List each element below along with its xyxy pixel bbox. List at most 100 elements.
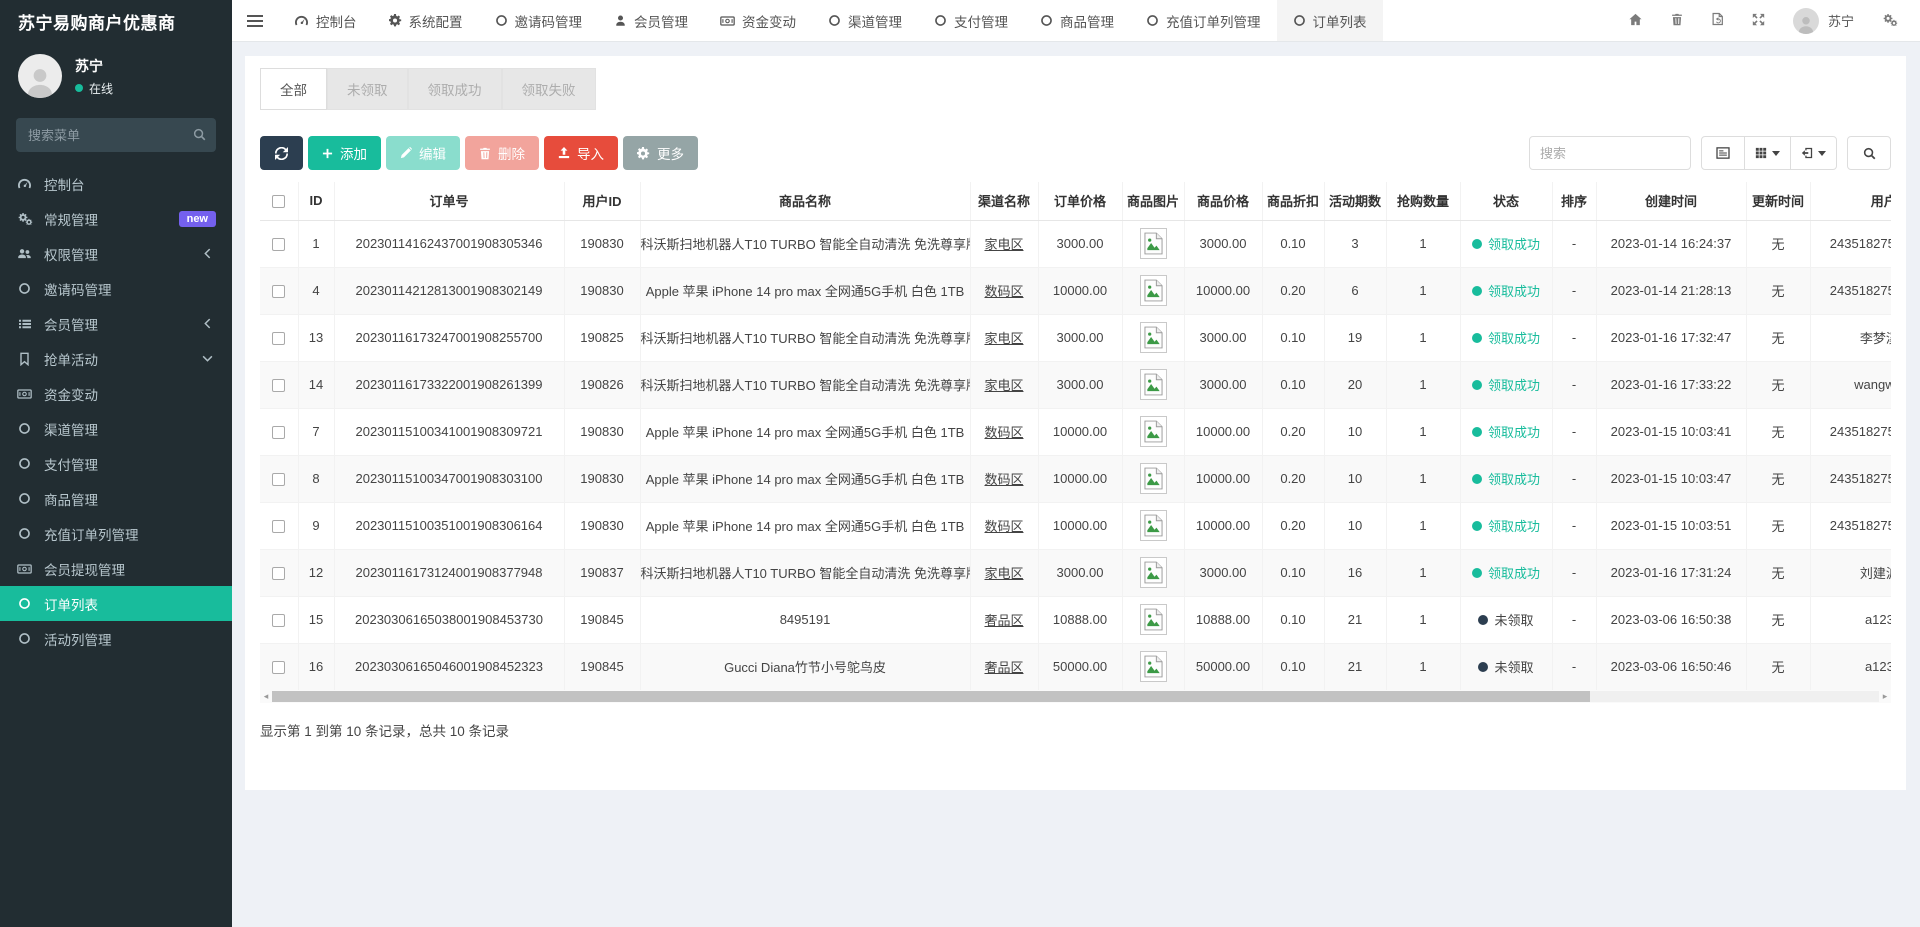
export-button[interactable]: [1790, 136, 1837, 170]
topbar-tab[interactable]: 控制台: [278, 0, 373, 41]
channel-link[interactable]: 奢品区: [984, 660, 1023, 675]
home-button[interactable]: [1628, 13, 1643, 29]
topbar-tab[interactable]: 资金变动: [704, 0, 812, 41]
column-header[interactable]: 活动期数: [1324, 182, 1386, 220]
column-header[interactable]: 更新时间: [1746, 182, 1810, 220]
row-checkbox[interactable]: [272, 426, 285, 439]
row-checkbox[interactable]: [272, 379, 285, 392]
sidebar-item[interactable]: 抢单活动: [0, 341, 232, 376]
channel-link[interactable]: 数码区: [984, 284, 1023, 299]
row-checkbox[interactable]: [272, 520, 285, 533]
edit-button[interactable]: 编辑: [386, 136, 460, 170]
table-row[interactable]: 420230114212813001908302149190830Apple 苹…: [260, 267, 1891, 314]
channel-link[interactable]: 数码区: [984, 425, 1023, 440]
column-header[interactable]: 渠道名称: [970, 182, 1038, 220]
channel-link[interactable]: 家电区: [984, 566, 1023, 581]
topbar-tab[interactable]: 邀请码管理: [479, 0, 599, 41]
channel-link[interactable]: 数码区: [984, 519, 1023, 534]
column-header[interactable]: 用户ID: [564, 182, 640, 220]
user-menu[interactable]: 苏宁: [1793, 8, 1854, 34]
row-checkbox[interactable]: [272, 661, 285, 674]
column-header[interactable]: 排序: [1552, 182, 1596, 220]
table-row[interactable]: 1220230116173124001908377948190837科沃斯扫地机…: [260, 549, 1891, 596]
column-header[interactable]: 状态: [1460, 182, 1552, 220]
columns-button[interactable]: [1744, 136, 1791, 170]
filter-tab[interactable]: 全部: [260, 68, 327, 110]
column-header[interactable]: 商品图片: [1122, 182, 1184, 220]
topbar-tab[interactable]: 系统配置: [373, 0, 479, 41]
select-all-checkbox[interactable]: [272, 195, 285, 208]
row-checkbox[interactable]: [272, 473, 285, 486]
column-header[interactable]: 商品名称: [640, 182, 970, 220]
sidebar-item[interactable]: 邀请码管理: [0, 271, 232, 306]
filter-tab[interactable]: 领取失败: [502, 68, 596, 110]
refresh-button[interactable]: [260, 136, 303, 170]
sidebar-item[interactable]: 资金变动: [0, 376, 232, 411]
row-checkbox[interactable]: [272, 332, 285, 345]
trash-button[interactable]: [1671, 13, 1683, 29]
sidebar-item[interactable]: 活动列管理: [0, 621, 232, 656]
column-header[interactable]: 抢购数量: [1386, 182, 1460, 220]
table-row[interactable]: 1620230306165046001908452323190845Gucci …: [260, 643, 1891, 690]
table-row[interactable]: 720230115100341001908309721190830Apple 苹…: [260, 408, 1891, 455]
gear-icon: [389, 14, 402, 27]
expand-button[interactable]: [1752, 13, 1765, 29]
sidebar-item[interactable]: 订单列表: [0, 586, 232, 621]
channel-link[interactable]: 家电区: [984, 378, 1023, 393]
row-checkbox[interactable]: [272, 238, 285, 251]
sidebar-item[interactable]: 常规管理new: [0, 201, 232, 236]
row-checkbox[interactable]: [272, 285, 285, 298]
topbar-tab[interactable]: 商品管理: [1024, 0, 1130, 41]
scroll-left-arrow-icon[interactable]: ◂: [260, 690, 272, 703]
table-row[interactable]: 820230115100347001908303100190830Apple 苹…: [260, 455, 1891, 502]
settings-button[interactable]: [1882, 13, 1898, 29]
table-row[interactable]: 920230115100351001908306164190830Apple 苹…: [260, 502, 1891, 549]
topbar-tab[interactable]: 会员管理: [598, 0, 704, 41]
column-header[interactable]: 订单价格: [1038, 182, 1122, 220]
add-button[interactable]: 添加: [308, 136, 381, 170]
search-button[interactable]: [1847, 136, 1891, 170]
column-header[interactable]: 订单号: [334, 182, 564, 220]
detail-view-button[interactable]: [1701, 136, 1745, 170]
channel-link[interactable]: 奢品区: [984, 613, 1023, 628]
import-button[interactable]: 导入: [544, 136, 618, 170]
scrollbar-thumb[interactable]: [272, 691, 1590, 702]
column-header[interactable]: 商品价格: [1184, 182, 1262, 220]
scroll-right-arrow-icon[interactable]: ▸: [1879, 690, 1891, 703]
topbar-right: 苏宁: [1628, 0, 1920, 41]
menu-toggle-button[interactable]: [232, 0, 278, 41]
topbar-tab[interactable]: 渠道管理: [812, 0, 918, 41]
sidebar-item[interactable]: 渠道管理: [0, 411, 232, 446]
sidebar-item[interactable]: 会员提现管理: [0, 551, 232, 586]
channel-link[interactable]: 数码区: [984, 472, 1023, 487]
delete-button[interactable]: 删除: [465, 136, 539, 170]
channel-link[interactable]: 家电区: [984, 237, 1023, 252]
topbar-tab[interactable]: 充值订单列管理: [1130, 0, 1277, 41]
filter-tab[interactable]: 未领取: [327, 68, 408, 110]
page-refresh-button[interactable]: [1711, 12, 1724, 29]
more-button[interactable]: 更多: [623, 136, 698, 170]
column-header[interactable]: 创建时间: [1596, 182, 1746, 220]
table-row[interactable]: 1420230116173322001908261399190826科沃斯扫地机…: [260, 361, 1891, 408]
filter-tab[interactable]: 领取成功: [408, 68, 502, 110]
topbar-tab[interactable]: 订单列表: [1277, 0, 1383, 41]
sidebar-item[interactable]: 商品管理: [0, 481, 232, 516]
row-checkbox[interactable]: [272, 567, 285, 580]
table-row[interactable]: 1520230306165038001908453730190845849519…: [260, 596, 1891, 643]
table-search-input[interactable]: [1529, 136, 1691, 170]
column-header[interactable]: 用户名: [1810, 182, 1891, 220]
table-row[interactable]: 120230114162437001908305346190830科沃斯扫地机器…: [260, 220, 1891, 267]
column-header[interactable]: ID: [298, 182, 334, 220]
topbar-tab[interactable]: 支付管理: [918, 0, 1024, 41]
sidebar-item[interactable]: 权限管理: [0, 236, 232, 271]
sidebar-item[interactable]: 支付管理: [0, 446, 232, 481]
column-header[interactable]: 商品折扣: [1262, 182, 1324, 220]
sidebar-item[interactable]: 控制台: [0, 166, 232, 201]
scrollbar-track[interactable]: [272, 691, 1879, 702]
channel-link[interactable]: 家电区: [984, 331, 1023, 346]
sidebar-search-input[interactable]: [16, 118, 216, 152]
table-row[interactable]: 1320230116173247001908255700190825科沃斯扫地机…: [260, 314, 1891, 361]
sidebar-item[interactable]: 充值订单列管理: [0, 516, 232, 551]
row-checkbox[interactable]: [272, 614, 285, 627]
sidebar-item[interactable]: 会员管理: [0, 306, 232, 341]
